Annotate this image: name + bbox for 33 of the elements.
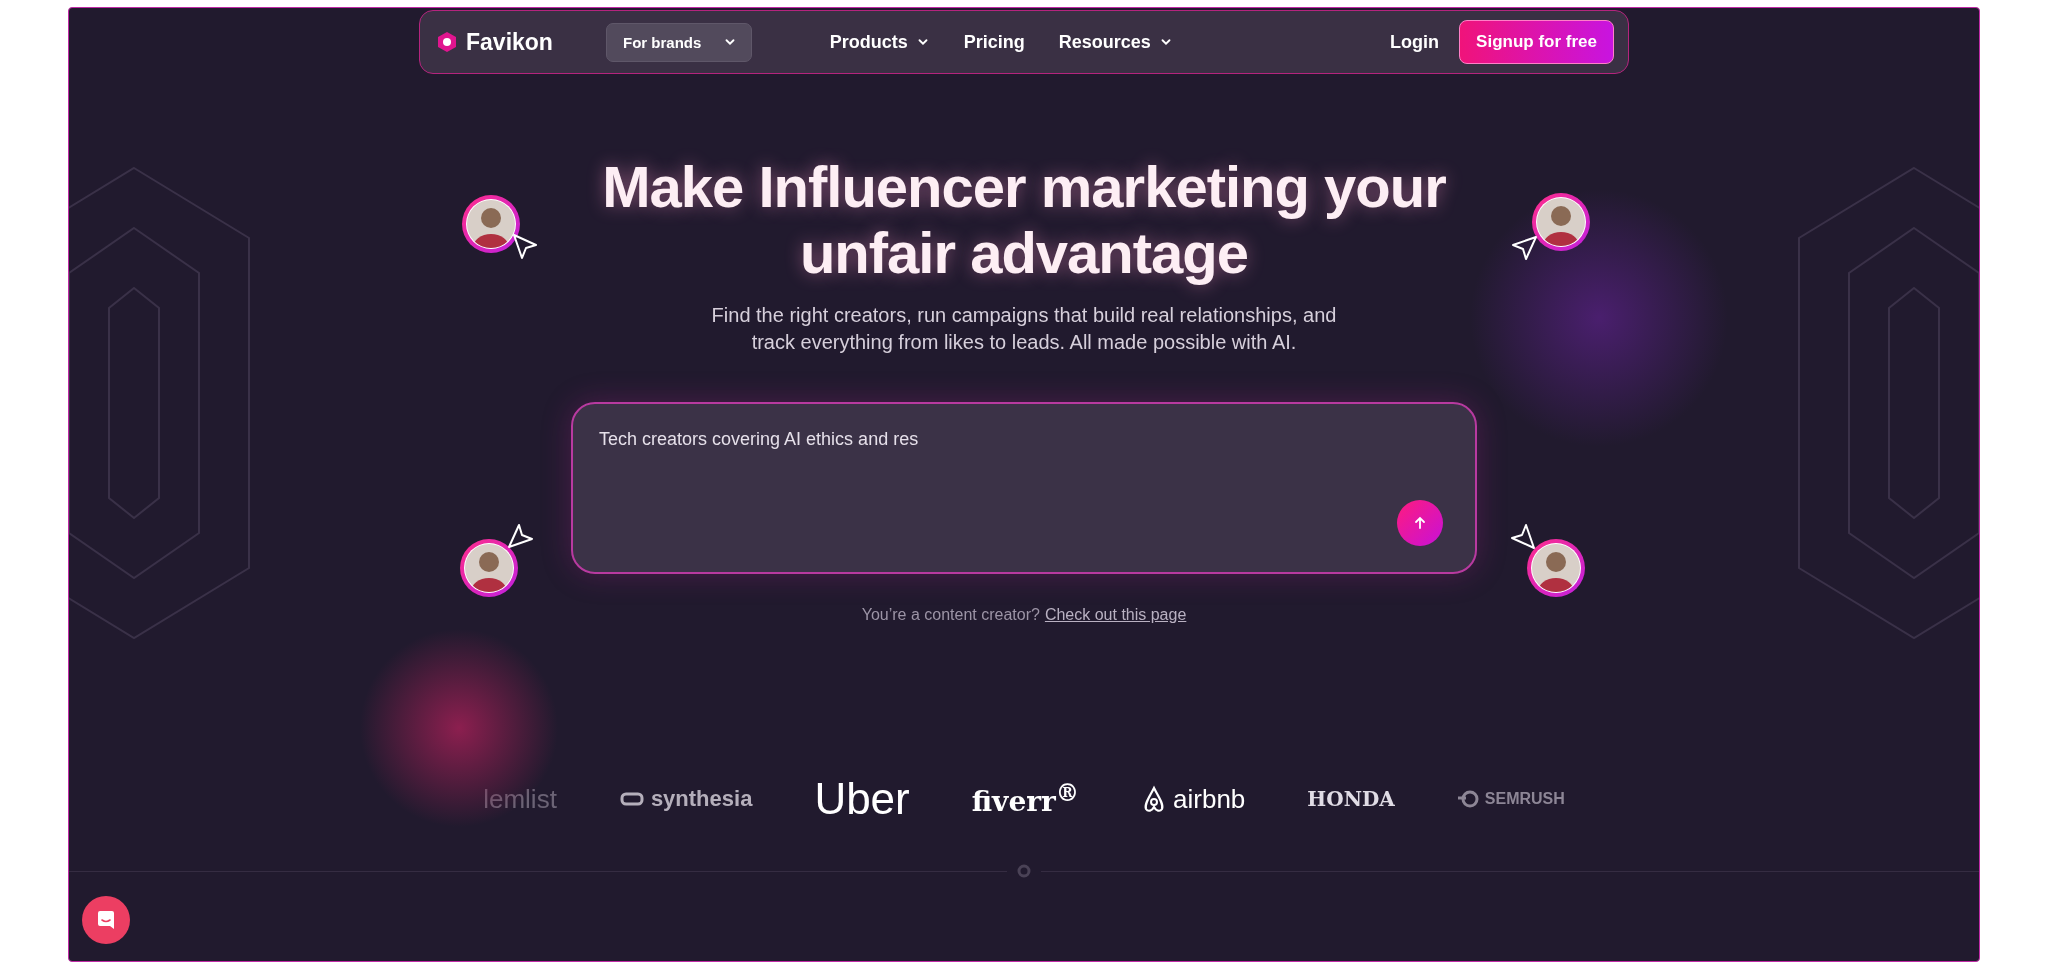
brand-logo: synthesia	[650, 786, 753, 812]
avatar-icon	[461, 194, 521, 254]
hero-heading: Make Influencer marketing your	[602, 154, 1446, 220]
hero-subtitle: Find the right creators, run campaigns that build real relationships, and	[711, 303, 1337, 328]
audience-dropdown[interactable]: For brands	[606, 22, 753, 62]
nav-link[interactable]: Pricing	[963, 31, 1025, 53]
circle-icon	[1017, 864, 1031, 878]
brand-logo: airbnb	[1173, 783, 1246, 815]
nav-link[interactable]: Resources	[1058, 31, 1173, 53]
brand-logo: SEMRUSH	[1484, 790, 1565, 808]
brand-logo: Uber	[814, 774, 910, 824]
brand-logo: lemlist	[483, 783, 557, 815]
chat-bubble-icon	[95, 909, 117, 931]
avatar-icon	[459, 538, 519, 598]
brand-logo: fiverr$^{®}$	[971, 779, 1080, 819]
hero-heading: unfair advantage	[798, 220, 1250, 286]
login-link[interactable]: Login	[1390, 31, 1440, 53]
avatar-icon	[1531, 192, 1591, 252]
brand-name[interactable]: Favikon	[466, 28, 553, 56]
nav-link[interactable]: Products	[829, 31, 930, 53]
creator-page-link[interactable]: Check out this page	[1044, 606, 1187, 624]
hero-subtitle: track everything from likes to leads. All made possible with AI.	[750, 330, 1298, 355]
avatar-icon	[1526, 538, 1586, 598]
prompt-text: Tech creators covering AI ethics and res	[599, 429, 919, 449]
arrow-up-icon	[1412, 515, 1428, 531]
chat-button[interactable]	[82, 896, 130, 944]
hexagon-logo-icon	[436, 31, 458, 53]
send-button[interactable]	[1397, 500, 1443, 546]
creator-note: You’re a content creator?	[861, 606, 1040, 624]
brand-mark-icon	[1456, 790, 1479, 808]
signup-button[interactable]: Signup for free	[1459, 20, 1614, 64]
brand-logo: HONDA	[1307, 787, 1395, 811]
prompt-input-field[interactable]: Tech creators covering AI ethics and res	[571, 402, 1477, 574]
